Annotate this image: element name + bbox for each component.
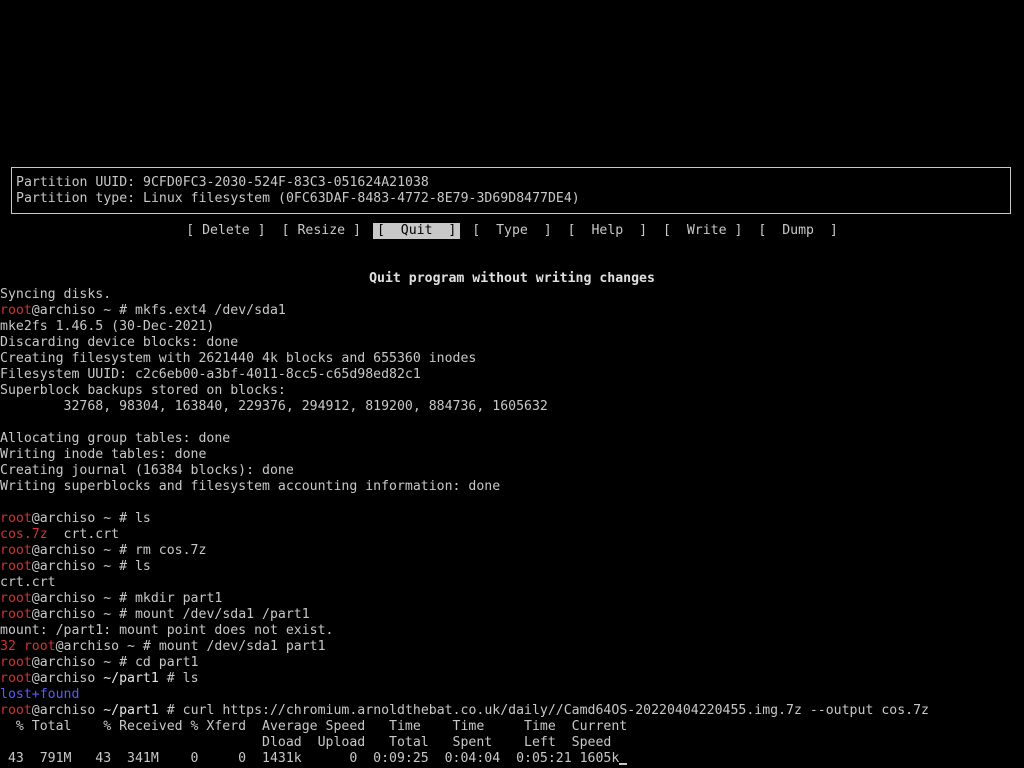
directory-entry: lost+found [0,687,80,702]
curl-progress-stats: 43 791M 43 341M 0 0 1431k 0 0:09:25 0:04… [0,751,620,766]
partition-info-box: Partition UUID: 9CFD0FC3-2030-524F-83C3-… [11,167,1011,214]
prompt-host: @archiso [31,703,104,718]
terminal-line: crt.crt [0,575,56,590]
terminal-prompt-line: root@archiso ~/part1 # ls [0,671,199,687]
command-text: mount /dev/sda1 /part1 [134,607,310,622]
curl-progress-header: % Total % Received % Xferd Average Speed… [0,719,628,734]
command-text: mkdir part1 [134,591,223,606]
terminal-cursor[interactable] [619,763,628,765]
terminal-prompt-line: root@archiso ~ # mkfs.ext4 /dev/sda1 [0,303,286,319]
prompt-exit-code: 32 [0,639,24,654]
command-text: mount /dev/sda1 part1 [158,639,326,654]
command-text: rm cos.7z [134,543,207,558]
prompt-suffix: # [158,671,183,686]
terminal-line: Writing inode tables: done [0,447,207,462]
prompt-user: root [0,303,32,318]
terminal-prompt-line: root@archiso ~ # cd part1 [0,655,199,671]
terminal-line: 32768, 98304, 163840, 229376, 294912, 81… [0,399,548,414]
terminal-prompt-line: root@archiso ~ # ls [0,511,151,527]
terminal-ls-output: cos.7z crt.crt [0,527,119,543]
terminal-line: Filesystem UUID: c2c6eb00-a3bf-4011-8cc5… [0,367,421,382]
prompt-user: root [0,607,32,622]
command-text: curl https://chromium.arnoldthebat.co.uk… [182,703,929,718]
curl-progress-subheader: Dload Upload Total Spent Left Speed [0,735,612,750]
terminal-prompt-line: root@archiso ~ # mkdir part1 [0,591,222,607]
terminal-line: Superblock backups stored on blocks: [0,383,286,398]
menu-status-hint: Quit program without writing changes [369,271,655,286]
command-text: ls [134,559,151,574]
prompt-user: root [23,639,56,654]
prompt-host: @archiso ~ # [31,543,135,558]
terminal-line: Allocating group tables: done [0,431,231,446]
terminal-line: mke2fs 1.46.5 (30-Dec-2021) [0,319,215,334]
prompt-user: root [0,559,32,574]
curl-progress-values: 43 791M 43 341M 0 0 1431k 0 0:09:25 0:04… [0,751,628,767]
prompt-user: root [0,511,32,526]
prompt-path: ~/part1 [103,671,159,686]
menu-help[interactable]: [ Help ] [564,223,651,239]
prompt-user: root [0,703,32,718]
terminal-line: Creating filesystem with 2621440 4k bloc… [0,351,477,366]
partition-uuid: Partition UUID: 9CFD0FC3-2030-524F-83C3-… [16,175,429,190]
prompt-host: @archiso ~ # [31,559,135,574]
command-text: ls [134,511,151,526]
prompt-user: root [0,655,32,670]
terminal-prompt-line: root@archiso ~ # ls [0,559,151,575]
prompt-host: @archiso ~ # [31,607,135,622]
terminal-prompt-line: root@archiso ~/part1 # curl https://chro… [0,703,929,719]
terminal-line: Discarding device blocks: done [0,335,239,350]
prompt-path: ~/part1 [103,703,159,718]
terminal-line: Syncing disks. [0,287,112,302]
menu-type[interactable]: [ Type ] [468,223,555,239]
prompt-suffix: # [158,703,183,718]
prompt-host: @archiso ~ # [31,303,135,318]
command-text: ls [182,671,199,686]
prompt-user: root [0,671,32,686]
menu-quit[interactable]: [ Quit ] [372,223,461,239]
prompt-host: @archiso ~ # [31,591,135,606]
prompt-host: @archiso ~ # [31,655,135,670]
prompt-user: root [0,591,32,606]
prompt-user: root [0,543,32,558]
menu-dump[interactable]: [ Dump ] [754,223,841,239]
terminal-line: Writing superblocks and filesystem accou… [0,479,501,494]
prompt-host: @archiso ~ # [31,511,135,526]
menu-delete[interactable]: [ Delete ] [182,223,269,239]
menu-write[interactable]: [ Write ] [659,223,746,239]
command-text: mkfs.ext4 /dev/sda1 [134,303,286,318]
terminal-prompt-line: 32 root@archiso ~ # mount /dev/sda1 part… [0,639,326,655]
prompt-host: @archiso ~ # [55,639,159,654]
file-entry: cos.7z [0,527,48,542]
terminal-prompt-line: root@archiso ~ # mount /dev/sda1 /part1 [0,607,310,623]
command-text: cd part1 [134,655,199,670]
partition-type: Partition type: Linux filesystem (0FC63D… [16,191,580,206]
terminal-error-line: mount: /part1: mount point does not exis… [0,623,334,638]
terminal-prompt-line: root@archiso ~ # rm cos.7z [0,543,206,559]
file-entry: crt.crt [47,527,120,542]
terminal-line: Creating journal (16384 blocks): done [0,463,294,478]
menu-resize[interactable]: [ Resize ] [278,223,365,239]
cfdisk-menu-bar: [ Delete ] [ Resize ] [ Quit ] [ Type ] … [0,223,1024,239]
prompt-host: @archiso [31,671,104,686]
